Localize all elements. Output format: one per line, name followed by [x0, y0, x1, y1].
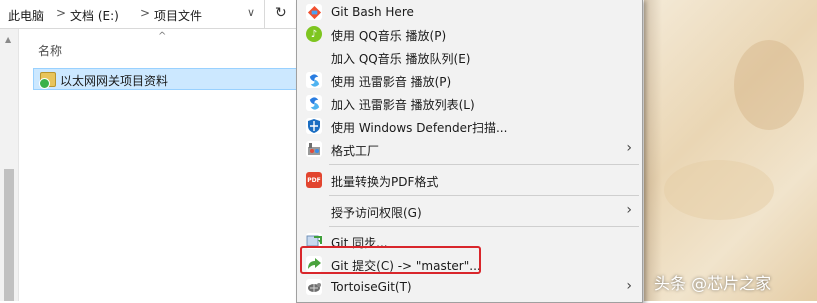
menu-item-label: 使用 QQ音乐 播放(P) [331, 29, 447, 43]
menu-item-defender-scan[interactable]: 使用 Windows Defender扫描... [297, 115, 642, 137]
column-header-name[interactable]: 名称 [38, 42, 62, 59]
menu-item-format-factory[interactable]: 格式工厂 › [297, 138, 642, 160]
format-factory-icon [306, 141, 322, 157]
menu-item-xunlei-enqueue[interactable]: 加入 迅雷影音 播放列表(L) [297, 92, 642, 114]
defender-shield-icon [306, 118, 322, 134]
submenu-arrow-icon: › [626, 202, 632, 218]
menu-item-batch-pdf[interactable]: PDF 批量转换为PDF格式 [297, 169, 642, 191]
breadcrumb-drive[interactable]: 文档 (E:) [70, 7, 119, 24]
address-divider [264, 0, 265, 28]
menu-separator [329, 195, 639, 196]
breadcrumb-this-pc[interactable]: 此电脑 [8, 7, 44, 24]
scroll-up-icon[interactable]: ▲ [5, 35, 11, 44]
tortoisegit-icon [306, 279, 322, 295]
git-bash-icon [306, 4, 322, 20]
menu-item-xunlei-play[interactable]: 使用 迅雷影音 播放(P) [297, 69, 642, 91]
file-explorer-window: 此电脑 > 文档 (E:) > 项目文件 ∨ ↻ ▲ ^ 名称 以太网网关项目资… [0, 0, 300, 301]
highlight-box [300, 246, 481, 274]
menu-item-label: 授予访问权限(G) [331, 206, 422, 220]
menu-item-label: TortoiseGit(T) [331, 280, 412, 294]
menu-item-label: 批量转换为PDF格式 [331, 175, 439, 189]
submenu-arrow-icon: › [626, 140, 632, 156]
pdf-icon: PDF [306, 172, 322, 188]
xunlei-icon [306, 95, 322, 111]
sort-ascending-icon[interactable]: ^ [158, 31, 166, 42]
wallpaper-texture [664, 160, 774, 220]
breadcrumb-separator[interactable]: > [56, 6, 66, 20]
menu-item-label: 使用 迅雷影音 播放(P) [331, 75, 452, 89]
background-wallpaper [644, 0, 817, 301]
menu-item-label: 格式工厂 [331, 144, 380, 158]
menu-item-label: 使用 Windows Defender扫描... [331, 121, 508, 135]
menu-item-grant-access[interactable]: 授予访问权限(G) › [297, 200, 642, 222]
xunlei-icon [306, 72, 322, 88]
wallpaper-shadow [644, 0, 662, 301]
file-list-item-selected[interactable]: 以太网网关项目资料 [33, 68, 300, 90]
folder-icon [39, 72, 56, 89]
breadcrumb-separator[interactable]: > [140, 6, 150, 20]
menu-item-label: Git Bash Here [331, 5, 414, 19]
menu-item-label: 加入 迅雷影音 播放列表(L) [331, 98, 475, 112]
menu-item-qq-music-play[interactable]: ♪ 使用 QQ音乐 播放(P) [297, 23, 642, 45]
menu-item-label: 加入 QQ音乐 播放队列(E) [331, 52, 471, 66]
git-clean-badge-icon [39, 78, 50, 89]
refresh-icon[interactable]: ↻ [275, 5, 287, 21]
breadcrumb-folder[interactable]: 项目文件 [154, 7, 202, 24]
menu-separator [329, 226, 639, 227]
scrollbar-thumb[interactable] [4, 169, 14, 301]
file-list-item-label: 以太网网关项目资料 [60, 74, 169, 88]
menu-item-tortoisegit[interactable]: TortoiseGit(T) › [297, 276, 642, 298]
address-bar[interactable]: 此电脑 > 文档 (E:) > 项目文件 ∨ ↻ [0, 0, 300, 29]
address-dropdown-icon[interactable]: ∨ [247, 6, 255, 19]
menu-separator [329, 164, 639, 165]
navigation-pane-scrollbar[interactable]: ▲ [0, 29, 19, 301]
menu-item-git-bash-here[interactable]: Git Bash Here [297, 1, 642, 23]
menu-item-qq-music-enqueue[interactable]: 加入 QQ音乐 播放队列(E) [297, 46, 642, 68]
wallpaper-texture [734, 40, 804, 130]
submenu-arrow-icon: › [626, 278, 632, 294]
qq-music-icon: ♪ [306, 26, 322, 42]
watermark-text: 头条 @芯片之家 [654, 274, 772, 293]
